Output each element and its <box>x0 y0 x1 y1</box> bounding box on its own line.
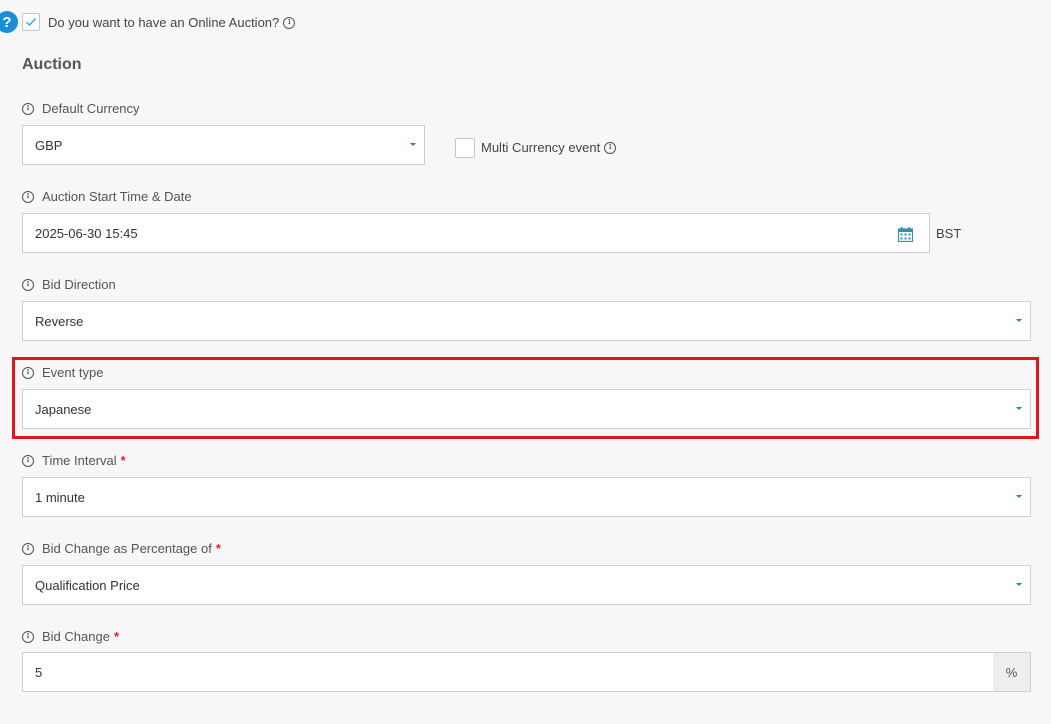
info-icon[interactable]: i <box>22 542 34 555</box>
bid-change-pct-label: Bid Change as Percentage of <box>42 541 212 556</box>
info-icon[interactable]: i <box>22 278 34 291</box>
time-interval-value: 1 minute <box>35 489 85 505</box>
info-icon[interactable]: i <box>22 366 34 379</box>
info-icon[interactable]: i <box>604 141 617 154</box>
percent-addon: % <box>993 652 1031 692</box>
bid-change-label: Bid Change <box>42 629 110 644</box>
chevron-down-icon <box>1016 319 1022 322</box>
start-time-value: 2025-06-30 15:45 <box>35 225 138 241</box>
chevron-down-icon <box>410 143 416 146</box>
online-auction-checkbox[interactable] <box>22 13 40 31</box>
bid-direction-select[interactable]: Reverse <box>22 301 1031 341</box>
event-type-label: Event type <box>42 365 104 380</box>
timezone-label: BST <box>936 226 962 241</box>
calendar-icon[interactable] <box>898 227 913 242</box>
info-icon[interactable]: i <box>283 16 296 29</box>
chevron-down-icon <box>1016 407 1022 410</box>
info-icon[interactable]: i <box>22 630 34 643</box>
bid-change-value: 5 <box>35 664 43 680</box>
chevron-down-icon <box>1016 495 1022 498</box>
multi-currency-checkbox[interactable] <box>455 138 475 158</box>
help-icon[interactable]: ? <box>0 11 18 33</box>
bid-direction-label: Bid Direction <box>42 277 116 292</box>
checkmark-icon <box>25 17 37 27</box>
info-icon[interactable]: i <box>22 454 34 467</box>
multi-currency-label: Multi Currency event <box>481 140 601 155</box>
default-currency-label: Default Currency <box>42 101 140 116</box>
section-title: Auction <box>22 56 82 73</box>
event-type-value: Japanese <box>35 401 92 417</box>
chevron-down-icon <box>1016 583 1022 586</box>
required-marker: * <box>215 541 221 556</box>
time-interval-label: Time Interval <box>42 453 117 468</box>
start-time-label: Auction Start Time & Date <box>42 189 192 204</box>
online-auction-question: Do you want to have an Online Auction? <box>48 15 280 30</box>
default-currency-value: GBP <box>35 137 63 153</box>
bid-change-pct-value: Qualification Price <box>35 577 140 593</box>
event-type-select[interactable]: Japanese <box>22 389 1031 429</box>
start-time-input[interactable]: 2025-06-30 15:45 <box>22 213 930 253</box>
time-interval-select[interactable]: 1 minute <box>22 477 1031 517</box>
bid-change-input[interactable]: 5 <box>22 652 994 692</box>
bid-change-pct-select[interactable]: Qualification Price <box>22 565 1031 605</box>
required-marker: * <box>120 453 126 468</box>
bid-direction-value: Reverse <box>35 313 84 329</box>
info-icon[interactable]: i <box>22 190 34 203</box>
default-currency-select[interactable]: GBP <box>22 125 425 165</box>
info-icon[interactable]: i <box>22 102 34 115</box>
required-marker: * <box>113 629 120 644</box>
